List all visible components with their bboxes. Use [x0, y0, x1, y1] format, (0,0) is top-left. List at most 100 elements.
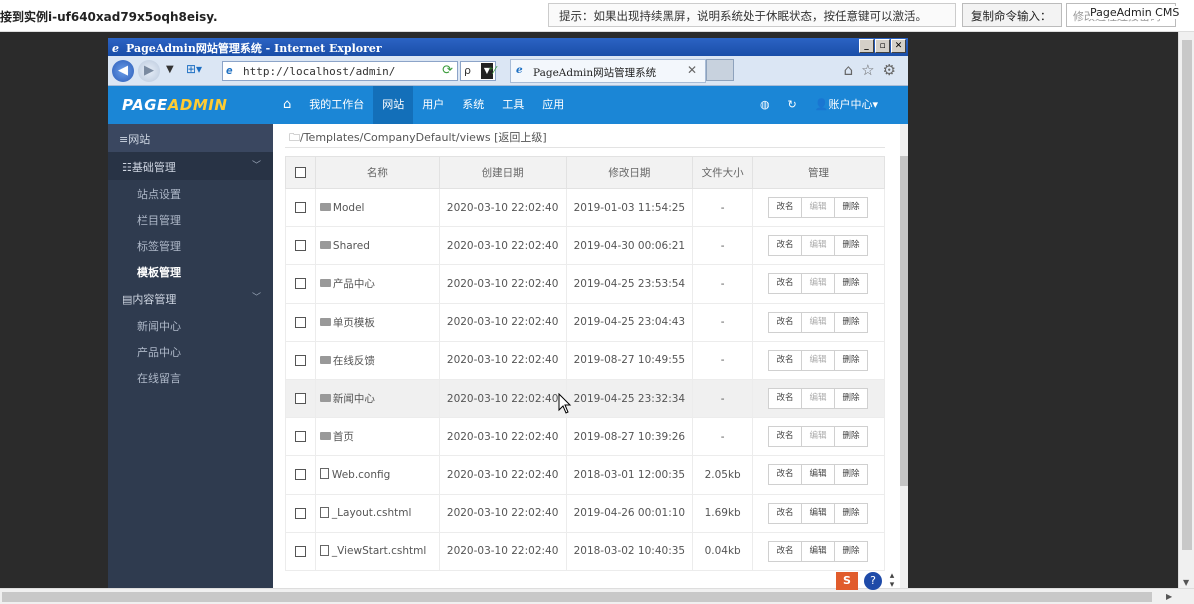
sidebar-group-content[interactable]: ▤内容管理 ﹀: [108, 284, 273, 312]
nav-workbench[interactable]: 我的工作台: [300, 86, 373, 124]
row-checkbox[interactable]: [294, 240, 306, 252]
delete-button[interactable]: 删除: [834, 464, 869, 486]
table-row[interactable]: _Layout.cshtml 2020-03-10 22:02:40 2019-04…: [285, 493, 885, 533]
nav-system[interactable]: 系统: [453, 86, 493, 124]
rename-button[interactable]: 改名: [768, 311, 803, 333]
select-all-checkbox[interactable]: [294, 167, 306, 178]
edit-button[interactable]: 编辑: [801, 311, 836, 333]
sidebar-item-messages[interactable]: 在线留言: [108, 364, 273, 390]
history-dropdown-icon[interactable]: ▼: [166, 64, 174, 75]
edit-button[interactable]: 编辑: [801, 426, 836, 448]
scroll-right-icon[interactable]: ▶: [1166, 592, 1172, 601]
rename-button[interactable]: 改名: [768, 273, 803, 295]
edit-button[interactable]: 编辑: [801, 540, 836, 562]
file-name-cell[interactable]: 单页模板: [314, 302, 440, 342]
file-name-cell[interactable]: 在线反馈: [314, 340, 440, 380]
rename-button[interactable]: 改名: [768, 502, 803, 524]
row-checkbox[interactable]: [294, 202, 306, 214]
table-row[interactable]: Model 2020-03-10 22:02:40 2019-01-03 11:54…: [285, 187, 885, 228]
back-link[interactable]: [返回上级]: [494, 131, 547, 144]
file-name-cell[interactable]: Shared: [314, 226, 440, 266]
browser-tab[interactable]: e PageAdmin网站管理系统 ✕: [510, 59, 706, 83]
rename-button[interactable]: 改名: [768, 235, 803, 257]
table-row[interactable]: _ViewStart.cshtml 2020-03-10 22:02:40 2018…: [285, 531, 885, 571]
sidebar-item-news[interactable]: 新闻中心: [108, 312, 273, 338]
edit-button[interactable]: 编辑: [801, 464, 836, 486]
sidebar-item-products[interactable]: 产品中心: [108, 338, 273, 364]
home-icon[interactable]: ⌂: [844, 61, 854, 79]
rename-button[interactable]: 改名: [768, 426, 803, 448]
gear-icon[interactable]: ⚙: [883, 61, 896, 79]
star-icon[interactable]: ☆: [861, 61, 874, 79]
copy-command-button[interactable]: 复制命令输入：: [962, 3, 1062, 27]
compat-view-icon[interactable]: ⁺⁄: [488, 64, 508, 84]
remote-horizontal-scrollbar[interactable]: ▶: [0, 588, 1194, 604]
scroll-down-icon[interactable]: ▼: [1183, 578, 1189, 587]
table-row[interactable]: 新闻中心 2020-03-10 22:02:40 2019-04-25 23:32:…: [285, 378, 885, 419]
edit-button[interactable]: 编辑: [801, 273, 836, 295]
scrollbar-thumb[interactable]: [2, 592, 1152, 602]
refresh-icon[interactable]: ⟳: [442, 63, 453, 78]
tray-scroll-icon[interactable]: ▴ ▾: [888, 572, 896, 590]
table-row[interactable]: Shared 2020-03-10 22:02:40 2019-04-30 00:0…: [285, 226, 885, 266]
nav-apps[interactable]: 应用: [533, 86, 573, 124]
sidebar-item-tags[interactable]: 标签管理: [108, 232, 273, 258]
row-checkbox[interactable]: [294, 507, 306, 519]
favorites-icon[interactable]: ⊞▾: [186, 62, 202, 76]
delete-button[interactable]: 删除: [834, 388, 869, 410]
rename-button[interactable]: 改名: [768, 197, 803, 219]
file-name-cell[interactable]: Web.config: [314, 455, 440, 495]
delete-button[interactable]: 删除: [834, 311, 869, 333]
file-name-cell[interactable]: 产品中心: [314, 264, 440, 304]
rename-button[interactable]: 改名: [768, 349, 803, 371]
logo[interactable]: PAGEADMIN: [122, 96, 227, 114]
edit-button[interactable]: 编辑: [801, 235, 836, 257]
delete-button[interactable]: 删除: [834, 197, 869, 219]
scrollbar-thumb[interactable]: [1182, 40, 1192, 550]
delete-button[interactable]: 删除: [834, 273, 869, 295]
table-row[interactable]: 在线反馈 2020-03-10 22:02:40 2019-08-27 10:49:…: [285, 340, 885, 380]
maximize-button[interactable]: ▫: [875, 39, 890, 53]
close-tab-icon[interactable]: ✕: [687, 63, 697, 77]
minimize-button[interactable]: _: [859, 39, 874, 53]
sidebar-item-templates[interactable]: 模板管理: [108, 258, 273, 284]
input-method-icon[interactable]: S: [836, 572, 858, 590]
account-menu[interactable]: 👤账户中心▾: [815, 86, 878, 124]
file-name-cell[interactable]: 新闻中心: [314, 378, 440, 419]
sidebar-item-site-settings[interactable]: 站点设置: [108, 180, 273, 206]
table-row[interactable]: 首页 2020-03-10 22:02:40 2019-08-27 10:39:26…: [285, 417, 885, 457]
rename-button[interactable]: 改名: [768, 388, 803, 410]
row-checkbox[interactable]: [294, 431, 306, 443]
file-name-cell[interactable]: _ViewStart.cshtml: [314, 531, 440, 571]
rename-button[interactable]: 改名: [768, 464, 803, 486]
delete-button[interactable]: 删除: [834, 502, 869, 524]
edit-button[interactable]: 编辑: [801, 349, 836, 371]
delete-button[interactable]: 删除: [834, 349, 869, 371]
close-button[interactable]: ✕: [891, 39, 906, 53]
sidebar-item-columns[interactable]: 栏目管理: [108, 206, 273, 232]
table-row[interactable]: Web.config 2020-03-10 22:02:40 2018-03-01 …: [285, 455, 885, 495]
back-button[interactable]: ◀: [112, 60, 134, 82]
row-checkbox[interactable]: [294, 393, 306, 405]
refresh-icon[interactable]: ↻: [788, 86, 797, 124]
edit-button[interactable]: 编辑: [801, 388, 836, 410]
help-icon[interactable]: ?: [864, 572, 882, 590]
new-tab-button[interactable]: [706, 59, 734, 81]
forward-button[interactable]: ▶: [138, 60, 160, 82]
remote-vertical-scrollbar[interactable]: ▼: [1178, 32, 1194, 588]
rename-button[interactable]: 改名: [768, 540, 803, 562]
row-checkbox[interactable]: [294, 354, 306, 366]
row-checkbox[interactable]: [294, 278, 306, 290]
row-checkbox[interactable]: [294, 469, 306, 481]
delete-button[interactable]: 删除: [834, 235, 869, 257]
edit-button[interactable]: 编辑: [801, 197, 836, 219]
row-checkbox[interactable]: [294, 545, 306, 557]
nav-tools[interactable]: 工具: [493, 86, 533, 124]
row-checkbox[interactable]: [294, 316, 306, 328]
delete-button[interactable]: 删除: [834, 540, 869, 562]
edit-button[interactable]: 编辑: [801, 502, 836, 524]
nav-website[interactable]: 网站: [373, 86, 414, 124]
file-name-cell[interactable]: _Layout.cshtml: [314, 493, 440, 533]
table-row[interactable]: 单页模板 2020-03-10 22:02:40 2019-04-25 23:04:…: [285, 302, 885, 342]
file-name-cell[interactable]: 首页: [314, 417, 440, 457]
